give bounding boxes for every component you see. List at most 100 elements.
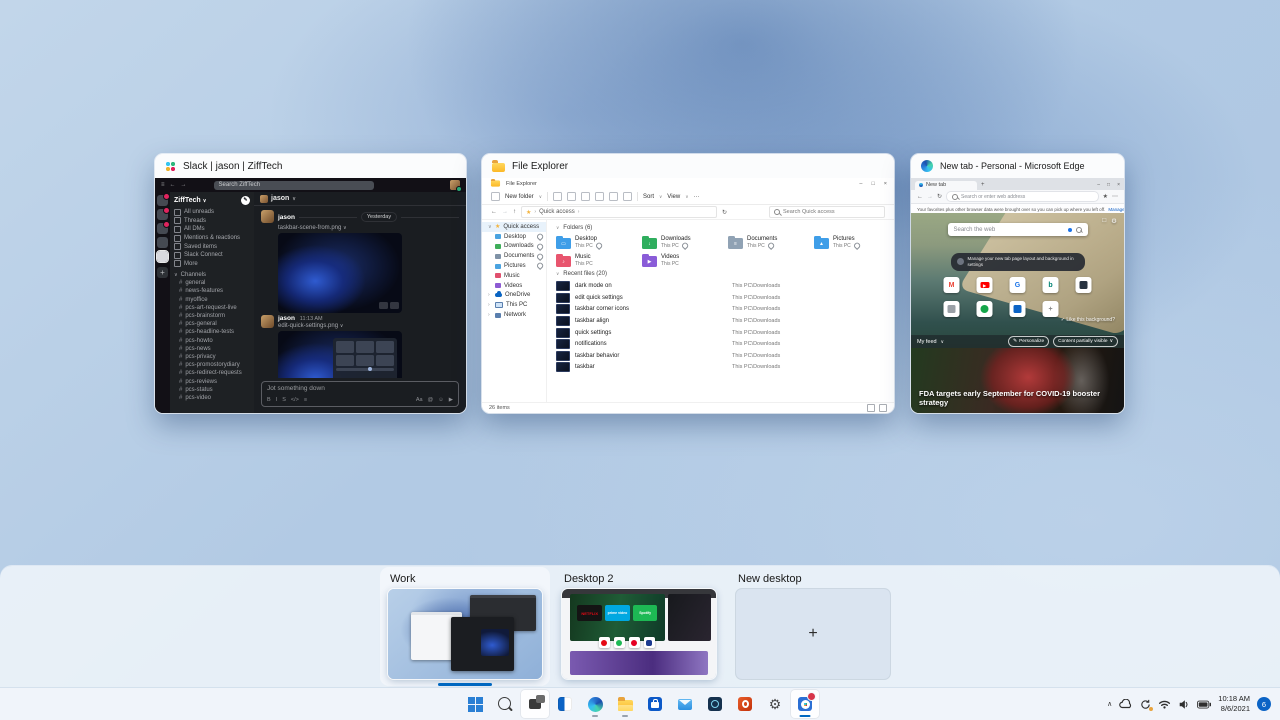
taskbar-slack-button[interactable] — [791, 690, 819, 718]
taskbar-store-button[interactable] — [641, 690, 669, 718]
channel-item: #pcs-video — [170, 394, 254, 402]
new-tab-icon: + — [981, 182, 985, 190]
volume-tray-icon[interactable] — [1178, 699, 1190, 710]
edge-icon — [921, 160, 933, 172]
date-divider: Yesterday — [299, 212, 459, 222]
channel-item: #pcs-redirect-requests — [170, 369, 254, 377]
explorer-address-bar: ← → ↑ ★ › Quick access › ↻ Search Quick … — [482, 205, 894, 220]
slack-window-titlebar[interactable]: Slack | jason | ZiffTech — [155, 154, 466, 178]
quick-link-tile: ▶ — [977, 277, 993, 293]
channel-item: #pcs-general — [170, 320, 254, 328]
address-bar: Search or enter web address — [946, 191, 1099, 202]
task-view-button[interactable] — [521, 690, 549, 718]
hash-icon: # — [179, 387, 182, 393]
taskbar-edge-button[interactable] — [581, 690, 609, 718]
notification-count-badge[interactable]: 6 — [1257, 697, 1271, 711]
add-site-icon: + — [1048, 306, 1052, 313]
recent-file-row: taskbar behaviorThis PC\Downloads — [556, 350, 885, 362]
new-folder-icon — [491, 192, 500, 201]
hash-icon: # — [179, 297, 182, 303]
taskbar-center-icons: ⚙ — [460, 690, 820, 718]
taskbar-cortana-button[interactable] — [701, 690, 729, 718]
workspace-switcher-icon — [157, 237, 168, 248]
tray-overflow-chevron-icon[interactable]: ∧ — [1107, 700, 1112, 708]
taskbar-office-button[interactable] — [731, 690, 759, 718]
hash-icon: # — [179, 370, 182, 376]
pin-icon — [681, 242, 689, 250]
slack-window-title: Slack | jason | ZiffTech — [183, 161, 283, 172]
edge-window-titlebar[interactable]: New tab - Personal - Microsoft Edge — [911, 154, 1124, 178]
explorer-app-label: File Explorer — [506, 181, 537, 187]
desktop-work-thumbnail[interactable] — [388, 589, 542, 679]
back-icon: ← — [491, 209, 497, 215]
taskbar-mail-button[interactable] — [671, 690, 699, 718]
channel-item: #pcs-news — [170, 345, 254, 353]
explorer-sidebar: ∨ ★ Quick access Desktop Downloads — [482, 220, 547, 405]
chevron-right-icon: › — [488, 302, 492, 308]
sidebar-item-more: More — [170, 260, 254, 269]
desktop-2-thumbnail[interactable]: NETFLIX prime video Spotify — [562, 589, 716, 679]
content-visibility-button: Content partially visible ∨ — [1053, 336, 1118, 347]
file-thumbnail — [556, 328, 570, 338]
tab-label: New tab — [926, 182, 946, 188]
desktop-new[interactable]: New desktop + — [736, 566, 890, 688]
explorer-search-input: Search Quick access — [769, 206, 885, 218]
chevron-down-icon: ∨ — [343, 225, 347, 231]
window-file-explorer[interactable]: File Explorer File Explorer – □ × New fo… — [482, 154, 894, 413]
chevron-down-icon: ∨ — [556, 271, 559, 277]
close-icon: × — [1117, 182, 1120, 188]
onedrive-tray-icon[interactable] — [1119, 699, 1133, 709]
date-divider-pill: Yesterday — [361, 212, 397, 222]
start-button[interactable] — [461, 690, 489, 718]
edge-toolbar: ← → ↻ Search or enter web address ★ ⋯ — [911, 190, 1124, 204]
wifi-tray-icon[interactable] — [1158, 699, 1171, 710]
pin-icon — [536, 243, 544, 251]
widgets-icon — [558, 697, 572, 711]
recent-file-row: taskbar alignThis PC\Downloads — [556, 315, 885, 327]
widgets-button[interactable] — [551, 690, 579, 718]
taskbar-search-button[interactable] — [491, 690, 519, 718]
sort-button: Sort — [643, 194, 654, 200]
quick-link-tile: G — [1010, 277, 1026, 293]
clock[interactable]: 10:18 AM 8/6/2021 — [1218, 694, 1250, 714]
downloads-icon — [495, 244, 501, 249]
this-pc-icon — [495, 302, 503, 308]
sidebar-item-network: › Network — [482, 310, 546, 320]
desktop-work[interactable]: Work — [388, 566, 542, 688]
background-feedback-prompt: ✓ Like this background? — [1061, 317, 1115, 323]
new-desktop-button[interactable]: + — [736, 589, 890, 679]
file-thumbnail — [556, 339, 570, 349]
maximize-icon: □ — [1107, 182, 1110, 188]
explorer-window-titlebar[interactable]: File Explorer — [482, 154, 894, 178]
code-icon: </> — [291, 397, 299, 403]
window-slack[interactable]: Slack | jason | ZiffTech ≡ ← → Search Zi… — [155, 154, 466, 413]
channel-item: #pcs-reviews — [170, 377, 254, 385]
battery-tray-icon[interactable] — [1197, 700, 1211, 709]
update-tray-icon[interactable] — [1140, 699, 1151, 710]
network-icon — [495, 313, 501, 318]
desktop-2[interactable]: Desktop 2 NETFLIX prime video Spotify — [562, 566, 716, 688]
sidebar-item-downloads: Downloads — [482, 242, 546, 252]
music-icon — [495, 273, 501, 278]
chevron-right-icon: › — [534, 209, 536, 215]
image-action-icon — [379, 302, 388, 309]
recent-file-row: dark mode onThis PC\Downloads — [556, 280, 885, 292]
conversation-header: jason ∨ — [254, 192, 466, 206]
tooltip-icon — [957, 258, 964, 265]
desktop-icon — [495, 234, 501, 239]
threads-icon — [174, 217, 181, 224]
sidebar-item-dms: All DMs — [170, 225, 254, 234]
news-card: FDA targets early September for COVID-19… — [911, 348, 1124, 413]
taskbar-settings-button[interactable]: ⚙ — [761, 690, 789, 718]
window-controls: – □ × — [859, 181, 887, 187]
window-edge[interactable]: New tab - Personal - Microsoft Edge New … — [911, 154, 1124, 413]
list-icon: ≡ — [304, 397, 307, 403]
workspace-switcher-icon — [157, 223, 168, 234]
back-icon: ← — [917, 194, 923, 200]
file-thumbnail — [556, 293, 570, 303]
taskbar-file-explorer-button[interactable] — [611, 690, 639, 718]
site-icon — [948, 305, 956, 313]
chevron-right-icon: › — [488, 292, 492, 298]
info-bar-link: Manage transfer data — [1108, 207, 1124, 212]
chevron-down-icon: ∨ — [174, 272, 178, 278]
